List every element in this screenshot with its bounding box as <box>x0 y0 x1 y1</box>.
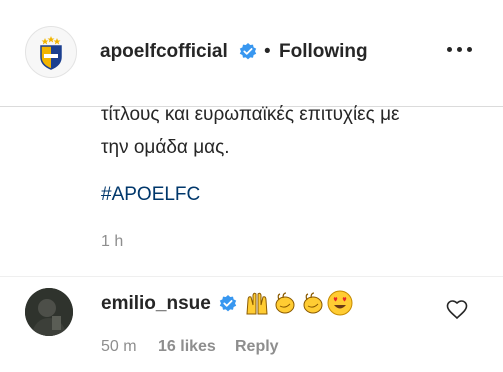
apoel-avatar[interactable] <box>25 26 77 78</box>
clapping-hands-icon <box>303 292 323 314</box>
caption-line: τίτλους και ευρωπαϊκές επιτυχίες με <box>101 104 400 125</box>
verified-badge-icon <box>219 295 237 312</box>
like-heart-icon[interactable] <box>445 298 469 322</box>
comment-likes[interactable]: 16 likes <box>158 338 216 356</box>
heart-eyes-icon <box>327 290 353 316</box>
caption-line: την ομάδα μας. <box>101 137 230 158</box>
following-button[interactable]: Following <box>279 41 368 63</box>
dot-icon <box>457 47 462 52</box>
post-header: apoelfcofficial • Following <box>0 0 503 107</box>
hashtag-link[interactable]: #APOELFC <box>101 184 200 206</box>
divider <box>0 276 503 277</box>
profile-photo-icon <box>25 288 73 336</box>
raising-hands-icon <box>246 292 268 315</box>
separator-dot: • <box>264 41 271 62</box>
dot-icon <box>467 47 472 52</box>
reply-button[interactable]: Reply <box>235 338 279 356</box>
dot-icon <box>447 47 452 52</box>
apoel-crest-icon <box>26 27 76 77</box>
comment-time[interactable]: 50 m <box>101 338 137 356</box>
post-time[interactable]: 1 h <box>101 233 123 251</box>
verified-badge-icon <box>239 43 257 60</box>
more-options-button[interactable] <box>445 38 475 62</box>
post-username[interactable]: apoelfcofficial <box>100 41 228 63</box>
clapping-hands-icon <box>275 292 295 314</box>
comment-username[interactable]: emilio_nsue <box>101 293 211 315</box>
emilio-avatar[interactable] <box>25 288 73 336</box>
